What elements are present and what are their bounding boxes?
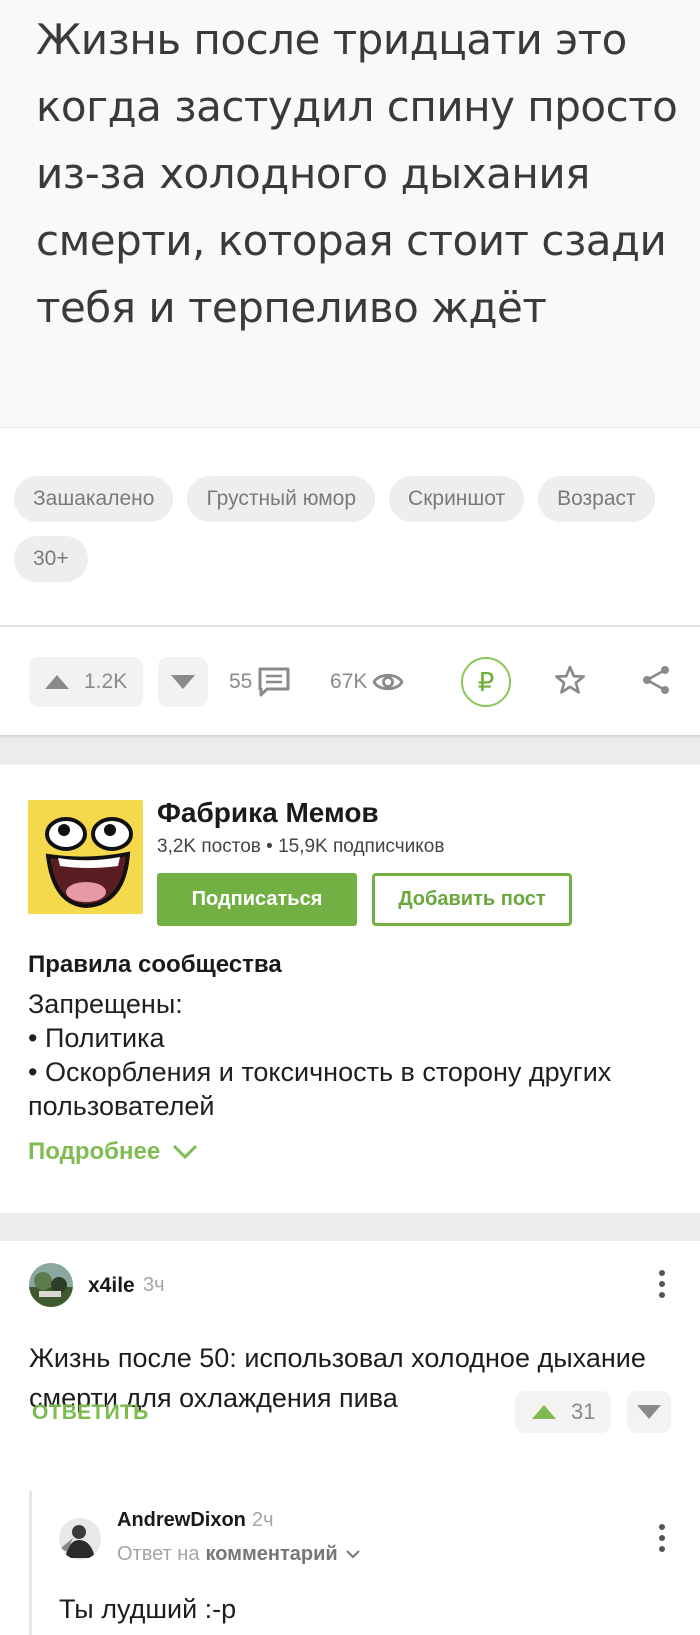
more-label: Подробнее [28,1138,161,1165]
awesome-face-icon [28,800,143,914]
comment-text: Ты лудший :-р [59,1594,237,1624]
avatar[interactable] [59,1518,101,1560]
views-counter: 67K [330,657,404,707]
tag-list: Зашакалено Грустный юмор Скриншот Возрас… [14,476,686,582]
reply-to-prefix: Ответ на [117,1543,200,1565]
tag[interactable]: Возраст [538,476,655,522]
tag[interactable]: Зашакалено [14,476,174,522]
community-avatar[interactable] [28,800,143,914]
thread-line[interactable] [29,1491,32,1635]
community-name[interactable]: Фабрика Мемов [157,797,379,829]
more-options-icon[interactable] [647,1520,677,1556]
chevron-down-icon [173,1144,198,1160]
post-action-bar: 1.2K 55 67K ₽ [0,627,700,735]
donate-button[interactable]: ₽ [461,657,511,707]
upvote-button[interactable]: 1.2K [29,657,143,707]
arrow-up-icon [45,675,69,689]
comment-author[interactable]: AndrewDixon [117,1509,246,1532]
tag[interactable]: Скриншот [389,476,525,522]
arrow-up-icon [532,1405,556,1419]
views-count: 67K [330,670,368,693]
downvote-button[interactable] [158,657,208,707]
comment-icon [258,667,290,697]
comment-reply: AndrewDixon 2ч Ответ на комментарий Ты л… [0,1491,700,1635]
tag[interactable]: 30+ [14,536,88,582]
section-separator [0,1213,700,1241]
subscribe-button[interactable]: Подписаться [157,873,357,926]
comment-upvote-button[interactable]: 31 [515,1391,611,1433]
chevron-down-icon [345,1550,360,1559]
star-icon[interactable] [554,665,586,695]
comment-author[interactable]: x4ile [88,1274,135,1298]
more-options-icon[interactable] [647,1266,677,1302]
rules-body: Запрещены: • Политика • Оскорбления и то… [28,989,612,1121]
meme-text: Жизнь после тридцати это когда застудил … [36,15,678,332]
meme-image[interactable]: Жизнь после тридцати это когда застудил … [0,0,700,428]
more-link[interactable]: Подробнее [28,1138,198,1166]
share-icon[interactable] [641,665,671,695]
reply-button[interactable]: ОТВЕТИТЬ [32,1401,149,1425]
community-stats: 3,2K постов • 15,9K подписчиков [157,836,445,857]
tag[interactable]: Грустный юмор [187,476,376,522]
comments-button[interactable]: 55 [229,657,290,707]
reply-to-link[interactable]: Ответ на комментарий [117,1543,360,1566]
rules-title: Правила сообщества [28,951,282,978]
section-separator [0,735,700,765]
community-card: Фабрика Мемов 3,2K постов • 15,9K подпис… [0,765,700,1213]
comments-count: 55 [229,670,253,693]
comment: x4ile 3ч Жизнь после 50: использовал хол… [0,1241,700,1491]
arrow-down-icon [171,675,195,689]
arrow-down-icon [637,1405,661,1419]
avatar[interactable] [29,1263,73,1307]
comment-vote-count: 31 [571,1399,596,1424]
comment-downvote-button[interactable] [627,1391,671,1433]
eye-icon [373,673,404,691]
reply-to-target: комментарий [205,1543,338,1565]
ruble-icon: ₽ [477,666,495,697]
add-post-button[interactable]: Добавить пост [372,873,572,926]
comment-time: 3ч [143,1274,165,1296]
upvote-count: 1.2K [84,670,128,693]
comment-time: 2ч [252,1509,274,1531]
